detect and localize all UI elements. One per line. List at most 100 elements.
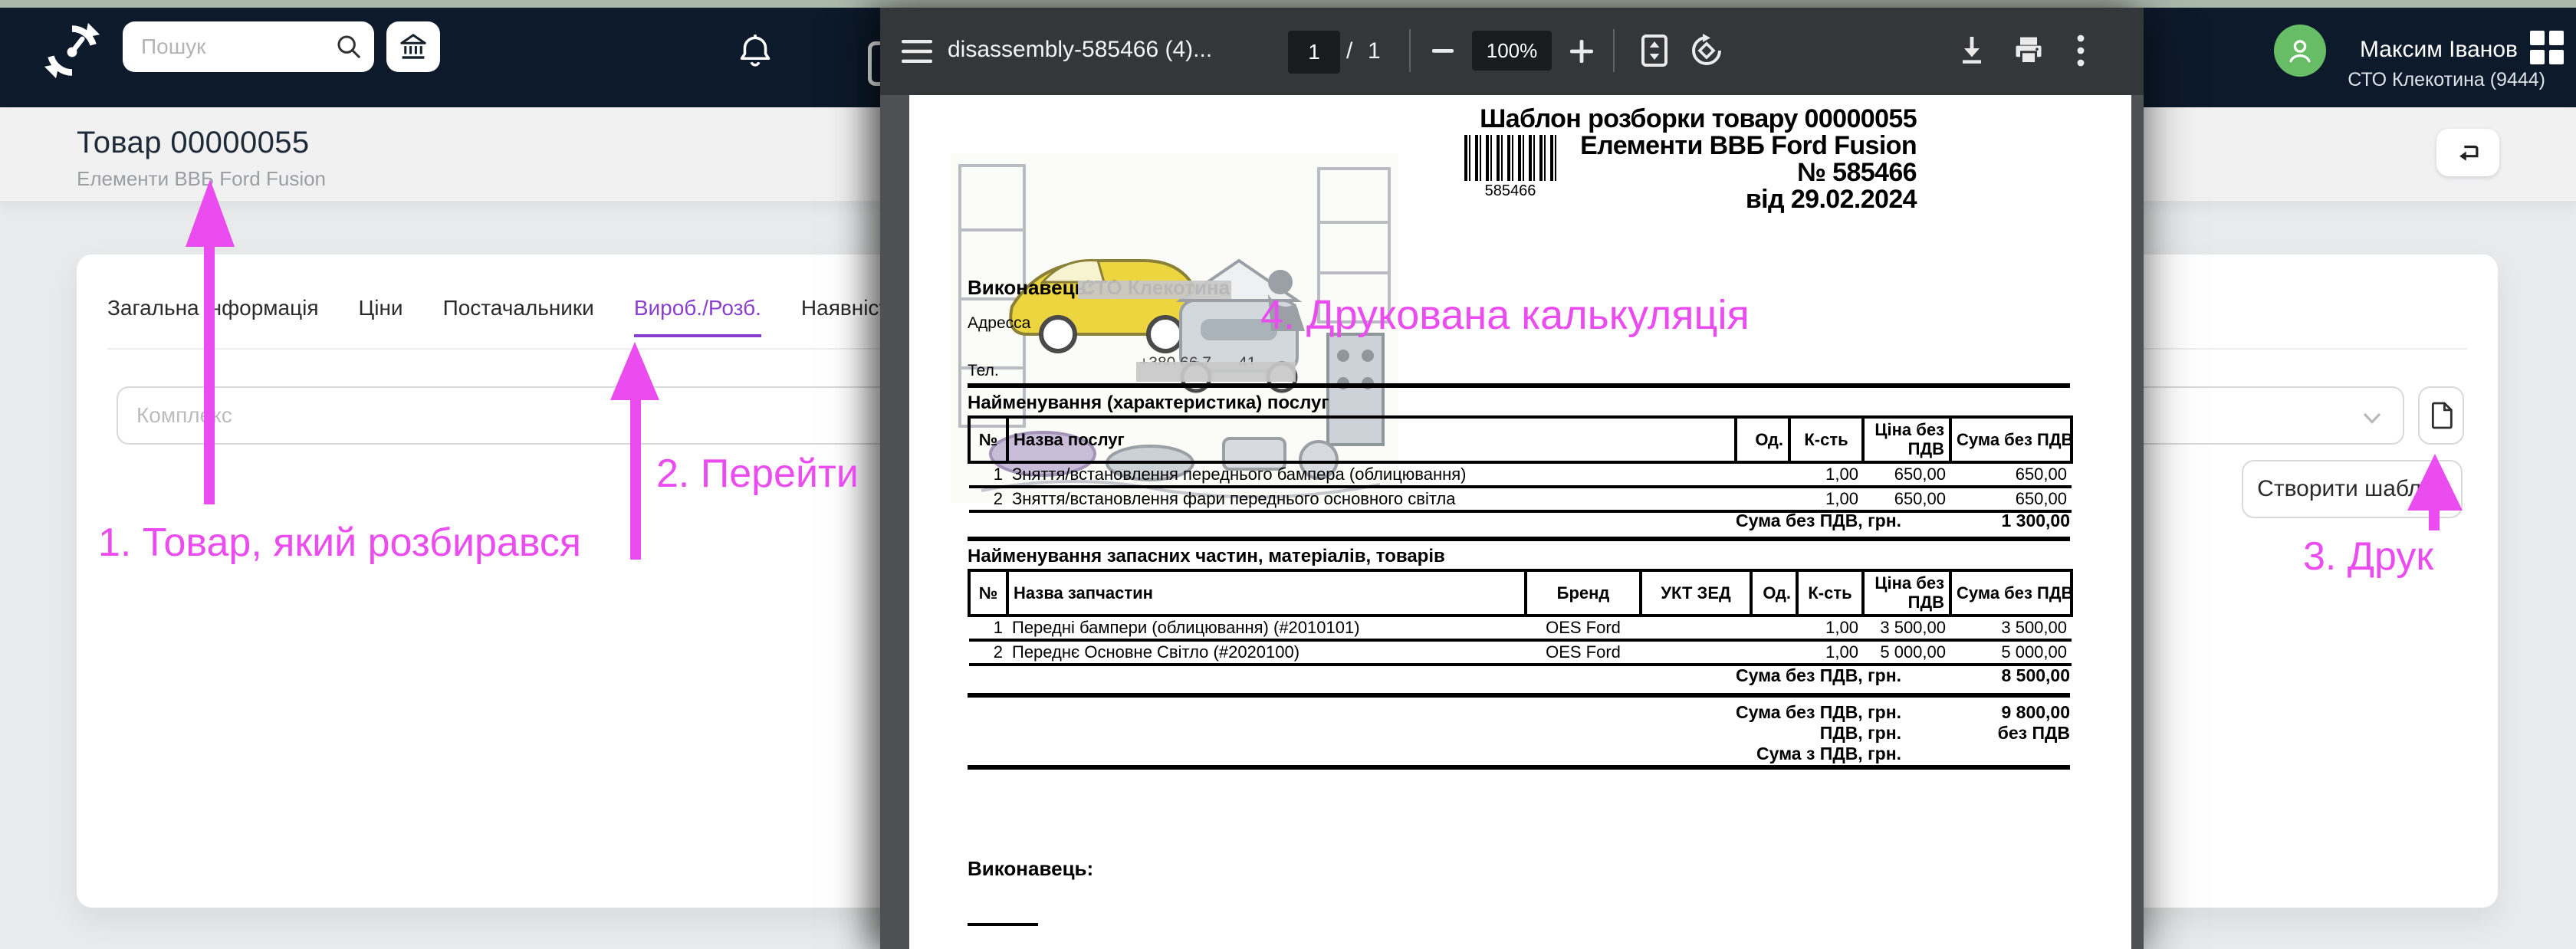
pdf-viewer-modal: disassembly-585466 (4)... / 1 100% [880,8,2144,949]
grid-icon [2530,31,2564,64]
zoom-in-button[interactable] [1570,40,1593,63]
table-cell [1736,461,1789,488]
toolbar-separator [1613,29,1615,72]
user-name[interactable]: Максим Іванов [2315,37,2518,63]
table-cell [1751,615,1797,642]
tab-3[interactable]: Постачальники [443,296,594,337]
pdf-page-input[interactable] [1288,31,1340,74]
toolbar-separator [1409,29,1411,72]
column-header: Назва послуг [1006,415,1737,464]
tabs: Загальна інформація Ціни Постачальники Виро… [107,296,900,337]
totals-label: Сума без ПДВ, грн. [1735,702,1901,722]
totals-row: ПДВ, грн. без ПДВ [968,723,2070,744]
minus-icon [1432,49,1454,53]
parts-table-wrap: № Назва запчастин Бренд УКТ ЗЕД Од. К-сть Ціна… [968,568,2073,666]
column-header: Од. [1750,568,1799,617]
barcode-number: 585466 [1484,182,1536,199]
services-table-wrap: № Назва послуг Од. К-сть Ціна без ПДВ Сума бе… [968,415,2073,513]
table-cell: 650,00 [1950,486,2072,513]
column-header: УКТ ЗЕД [1639,568,1753,617]
screen: Максим Іванов СТО Клекотина (9444) Товар… [0,0,2576,949]
table-cell: 650,00 [1863,486,1950,513]
address-label: Адресса [968,314,1031,332]
zoom-out-button[interactable] [1432,49,1454,54]
services-section-title: Найменування (характеристика) послуг [968,392,1329,413]
hamburger-icon [902,40,932,63]
tel-label: Тел. [968,362,999,379]
rotate-icon [1692,34,1721,65]
table-cell: 5 000,00 [1950,639,2072,666]
column-header: Ціна без ПДВ [1861,568,1952,617]
fit-page-icon [1641,34,1668,67]
barcode [1464,135,1556,181]
download-button[interactable] [1957,34,1987,66]
column-header: Ціна без ПДВ [1861,415,1952,464]
fit-page-button[interactable] [1641,34,1668,67]
printer-icon [2016,37,2042,64]
table-cell: Зняття/встановлення фари переднього осно… [1007,486,1736,513]
chevron-down-icon [2363,412,2381,424]
table-row: 2 Зняття/встановлення фари переднього осн… [969,486,2072,513]
parts-table: № Назва запчастин Бренд УКТ ЗЕД Од. К-сть Ціна… [968,568,2073,666]
table-cell: 1,00 [1789,461,1863,488]
pdf-page: Шаблон розборки товару 00000055 Елементи… [909,95,2131,949]
totals-row: Сума без ПДВ, грн. 9 800,00 [968,702,2070,723]
table-cell: Переднє Основне Світло (#2020100) [1007,639,1526,666]
table-row: 1 Передні бампери (облицювання) (#2010101… [969,615,2072,642]
table-cell: OES Ford [1526,639,1641,666]
bank-icon [400,34,426,59]
branch-bank-button[interactable] [386,21,440,72]
window-top-strip [0,0,2576,8]
annotation-text-1: 1. Товар, який розбирався [98,520,582,565]
apps-grid-button[interactable] [2530,31,2564,64]
print-template-button[interactable] [2418,386,2464,445]
subtotal-value: 1 300,00 [2001,511,2070,530]
print-button[interactable] [2012,34,2045,67]
parts-subtotal: Сума без ПДВ, грн. 8 500,00 [968,665,2070,686]
table-cell [1751,639,1797,666]
bell-icon [740,34,770,67]
pdf-page-total: 1 [1368,38,1381,64]
table-cell: 1,00 [1797,639,1863,666]
doc-title-line: Шаблон розборки товару 00000055 [1480,104,1917,133]
annotation-shaft-1 [204,244,215,504]
rotate-button[interactable] [1690,34,1723,67]
annotation-text-2: 2. Перейти [656,452,859,496]
redaction-box [1078,281,1231,299]
pdf-menu-button[interactable] [902,38,932,64]
document-icon [2431,402,2453,429]
pdf-filename: disassembly-585466 (4)... [948,37,1213,62]
kebab-menu-icon [2077,34,2085,67]
collapse-return-button[interactable] [2436,129,2499,176]
table-row: 2 Переднє Основне Світло (#2020100) OES Fo… [969,639,2072,666]
annotation-text-4: 4. Друкована калькуляція [1260,292,1750,338]
combobox-placeholder: Комплекс [136,403,232,427]
totals-value: 9 800,00 [2001,702,2070,722]
notifications-bell-button[interactable] [736,31,774,71]
annotation-arrowhead-3 [2407,454,2463,511]
table-cell [1641,639,1751,666]
services-subtotal: Сума без ПДВ, грн. 1 300,00 [968,511,2070,531]
annotation-arrowhead-1 [186,179,235,247]
plus-icon [1570,40,1593,63]
totals-label: Сума з ПДВ, грн. [1756,744,1901,763]
table-cell [1641,615,1751,642]
table-cell: 1,00 [1797,615,1863,642]
signature-line [968,923,1038,926]
app-logo[interactable] [43,21,101,80]
column-header: К-сть [1788,415,1865,464]
pdf-page-divider: / [1346,38,1353,64]
table-cell: Зняття/встановлення переднього бампера (… [1007,461,1736,488]
column-header: Од. [1734,415,1791,464]
tab-2[interactable]: Ціни [359,296,403,337]
tab-4[interactable]: Вироб./Розб. [633,296,761,337]
return-arrow-icon [2459,145,2479,161]
subtotal-label: Сума без ПДВ, грн. [1735,511,1901,530]
more-options-button[interactable] [2076,34,2085,67]
table-cell: Передні бампери (облицювання) (#2010101) [1007,615,1526,642]
table-row: 1 Зняття/встановлення переднього бампера … [969,461,2072,488]
column-header: К-сть [1796,568,1865,617]
totals-block: Сума без ПДВ, грн. 9 800,00 ПДВ, грн. без П… [968,702,2070,764]
services-table: № Назва послуг Од. К-сть Ціна без ПДВ Сума бе… [968,415,2073,513]
annotation-arrowhead-2 [610,342,659,400]
